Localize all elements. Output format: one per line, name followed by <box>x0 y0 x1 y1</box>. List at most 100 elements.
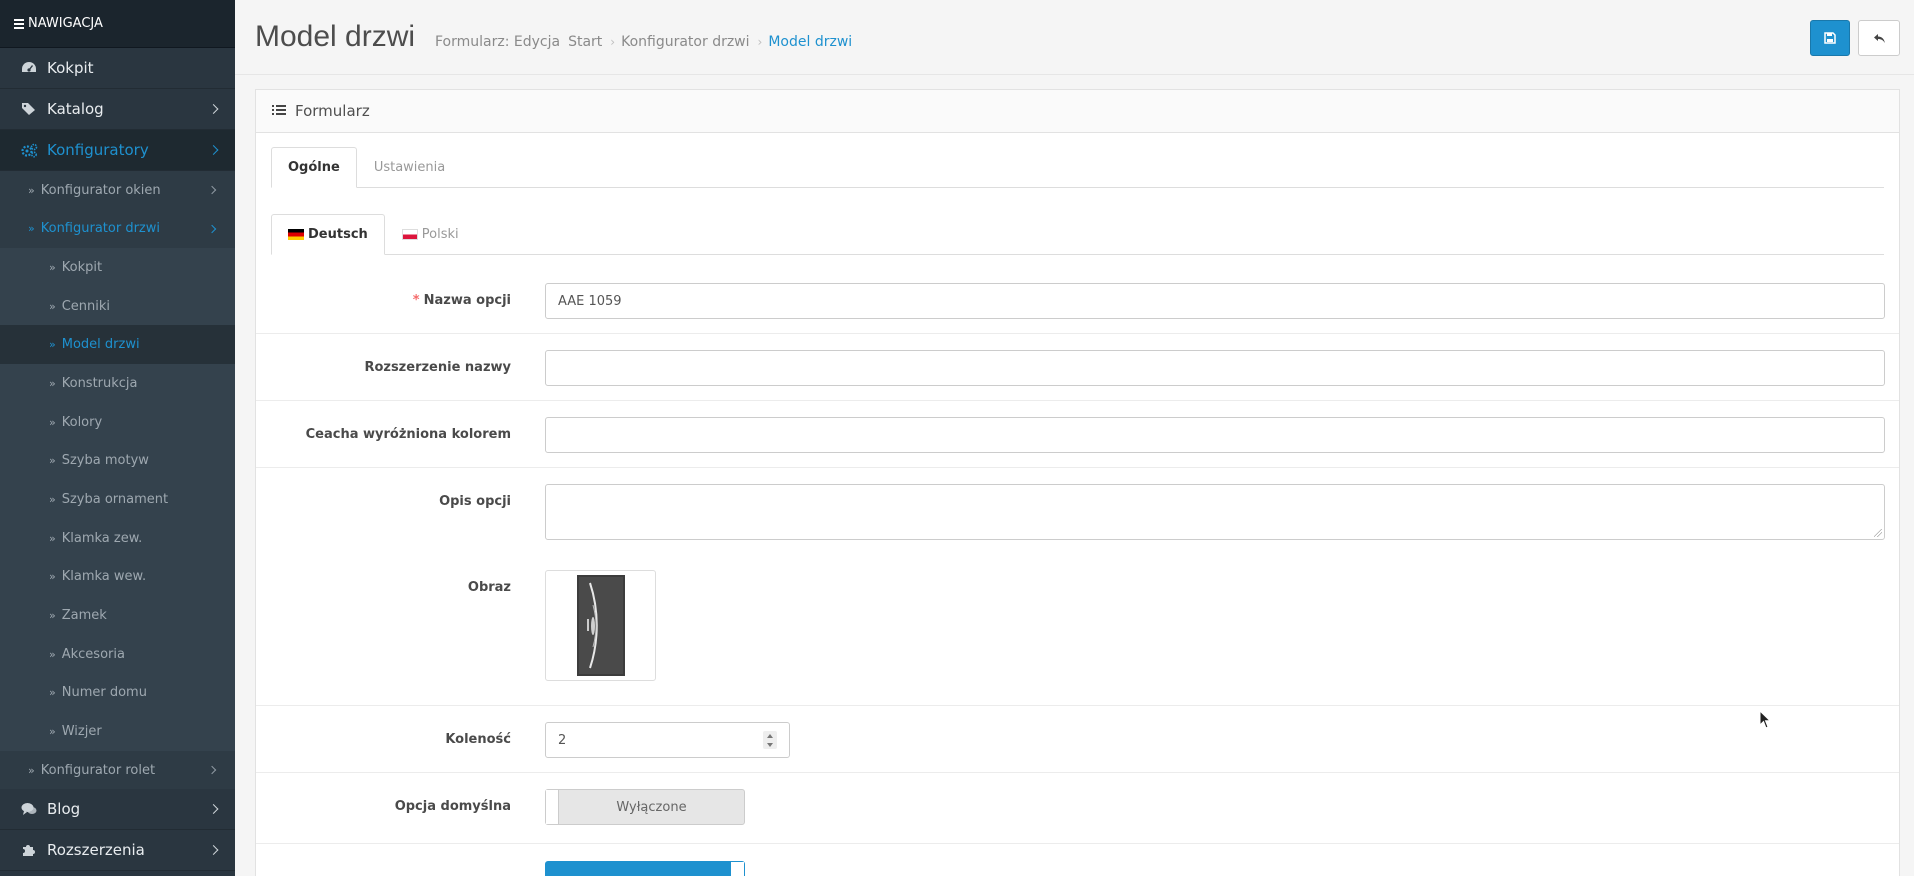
sidebar-item-zamek[interactable]: » Zamek <box>0 596 235 635</box>
save-icon <box>1824 32 1836 44</box>
sidebar-item-label: Klamka zew. <box>61 530 143 546</box>
sidebar-item-blog[interactable]: Blog <box>0 789 235 831</box>
sidebar-item-label: Konfigurator drzwi <box>40 221 160 237</box>
double-chevron-icon: » <box>49 338 56 352</box>
sidebar-item-label: Klamka wew. <box>61 569 147 585</box>
mouse-cursor-icon <box>1759 710 1772 729</box>
breadcrumb-separator: › <box>757 35 763 49</box>
flag-pl-icon <box>401 229 418 240</box>
sidebar-item-szyba-ornament[interactable]: » Szyba ornament <box>0 480 235 519</box>
double-chevron-icon: » <box>49 686 56 700</box>
double-chevron-icon: » <box>49 376 56 390</box>
resize-handle-icon[interactable] <box>1874 529 1882 537</box>
chevron-right-icon <box>208 145 219 155</box>
order-label: Koleność <box>445 732 511 747</box>
back-button[interactable] <box>1858 20 1900 56</box>
comments-icon <box>20 801 38 817</box>
page-header: Model drzwi Formularz: Edycja Start › Ko… <box>235 0 1914 75</box>
sidebar-item-label: Blog <box>47 800 81 819</box>
toggle-handle <box>546 790 559 824</box>
required-marker: * <box>412 293 420 308</box>
number-spinner[interactable] <box>763 731 777 749</box>
double-chevron-icon: » <box>49 725 56 739</box>
sidebar-item-label: Kolory <box>61 414 103 430</box>
breadcrumb-start[interactable]: Start <box>568 34 602 50</box>
breadcrumb-subtitle: Formularz: Edycja <box>435 34 561 50</box>
sidebar-item-label: Model drzwi <box>61 337 140 353</box>
language-tabs: Deutsch Polski <box>271 214 1884 255</box>
sidebar-item-konfigurator-drzwi[interactable]: » Konfigurator drzwi <box>0 209 235 248</box>
tab-lang-polski[interactable]: Polski <box>385 214 476 255</box>
description-label: Opis opcji <box>439 494 511 509</box>
flag-de-icon <box>288 229 304 240</box>
panel-heading: Formularz <box>256 90 1899 133</box>
option-name-input[interactable]: AAE 1059 <box>545 283 1885 319</box>
breadcrumb-konfigurator-drzwi[interactable]: Konfigurator drzwi <box>621 34 749 50</box>
hamburger-icon <box>14 17 24 31</box>
image-thumbnail[interactable] <box>545 570 656 681</box>
double-chevron-icon: » <box>49 492 56 506</box>
sidebar-item-konstrukcja[interactable]: » Konstrukcja <box>0 364 235 403</box>
tab-lang-label: Polski <box>421 227 459 242</box>
page-title: Model drzwi <box>255 20 416 53</box>
sidebar-item-wizjer[interactable]: » Wizjer <box>0 712 235 751</box>
sidebar-item-label: Rozszerzenia <box>47 841 145 860</box>
sidebar-item-kokpit-drzwi[interactable]: » Kokpit <box>0 248 235 287</box>
sidebar-item-katalog[interactable]: Katalog <box>0 89 235 130</box>
double-chevron-icon: » <box>28 222 35 236</box>
double-chevron-icon: » <box>49 454 56 468</box>
double-chevron-icon: » <box>49 570 56 584</box>
sidebar-item-klamka-wew[interactable]: » Klamka wew. <box>0 557 235 597</box>
sidebar-item-akcesoria[interactable]: » Akcesoria <box>0 634 235 674</box>
name-extension-input[interactable] <box>545 350 1885 386</box>
next-toggle[interactable] <box>545 861 745 876</box>
chevron-right-icon <box>208 804 219 815</box>
sidebar-item-label: Konstrukcja <box>61 375 138 391</box>
sidebar-item-konfigurator-rolet[interactable]: » Konfigurator rolet <box>0 750 235 790</box>
sidebar-item-konfigurator-okien[interactable]: » Konfigurator okien <box>0 171 235 210</box>
list-icon <box>272 102 286 120</box>
reply-icon <box>1873 33 1885 43</box>
chevron-right-icon <box>208 845 219 856</box>
door-image <box>576 575 625 676</box>
tab-ogolne[interactable]: Ogólne <box>271 147 357 188</box>
panel-heading-label: Formularz <box>295 102 370 120</box>
sidebar-item-cenniki[interactable]: » Cenniki <box>0 286 235 326</box>
sidebar-item-rozszerzenia[interactable]: Rozszerzenia <box>0 830 235 872</box>
option-name-label-text: Nazwa opcji <box>423 293 511 308</box>
sidebar-item-kokpit[interactable]: Kokpit <box>0 48 235 89</box>
form-row-name-extension: Rozszerzenie nazwy <box>256 334 1899 401</box>
highlighted-feature-input[interactable] <box>545 417 1885 453</box>
sidebar-item-szyba-motyw[interactable]: » Szyba motyw <box>0 441 235 481</box>
double-chevron-icon: » <box>49 647 56 661</box>
form-panel: Formularz Ogólne Ustawienia Deutsch Pols… <box>255 89 1900 876</box>
sidebar-item-kolory[interactable]: » Kolory <box>0 402 235 442</box>
nav-header[interactable]: NAWIGACJA <box>0 0 235 48</box>
tab-lang-deutsch[interactable]: Deutsch <box>271 214 385 255</box>
order-number-input[interactable]: 2 <box>545 722 790 758</box>
puzzle-icon <box>20 842 38 858</box>
main-tabs: Ogólne Ustawienia <box>271 147 1884 188</box>
save-button[interactable] <box>1810 20 1850 56</box>
toggle-handle <box>731 862 744 876</box>
breadcrumb-current[interactable]: Model drzwi <box>768 34 852 50</box>
sidebar-item-klamka-zew[interactable]: » Klamka zew. <box>0 518 235 558</box>
sidebar-item-label: Zamek <box>61 608 107 624</box>
tab-ustawienia[interactable]: Ustawienia <box>357 147 462 188</box>
chevron-right-icon <box>207 224 217 233</box>
sidebar: NAWIGACJA Kokpit Katalog Konfiguratory »… <box>0 0 235 876</box>
sidebar-item-numer-domu[interactable]: » Numer domu <box>0 673 235 713</box>
sidebar-item-model-drzwi[interactable]: » Model drzwi <box>0 325 235 365</box>
name-extension-label: Rozszerzenie nazwy <box>364 360 511 375</box>
chevron-right-icon <box>208 104 219 114</box>
dashboard-icon <box>20 60 38 76</box>
tab-lang-label: Deutsch <box>308 227 368 242</box>
breadcrumb-separator: › <box>610 35 616 49</box>
order-value: 2 <box>558 732 567 748</box>
default-option-toggle[interactable]: Wyłączone <box>545 789 745 825</box>
double-chevron-icon: » <box>28 183 35 197</box>
sidebar-item-konfiguratory[interactable]: Konfiguratory <box>0 130 235 171</box>
sidebar-item-label: Katalog <box>47 100 104 118</box>
chevron-right-icon <box>207 765 217 775</box>
description-textarea[interactable] <box>545 484 1885 540</box>
